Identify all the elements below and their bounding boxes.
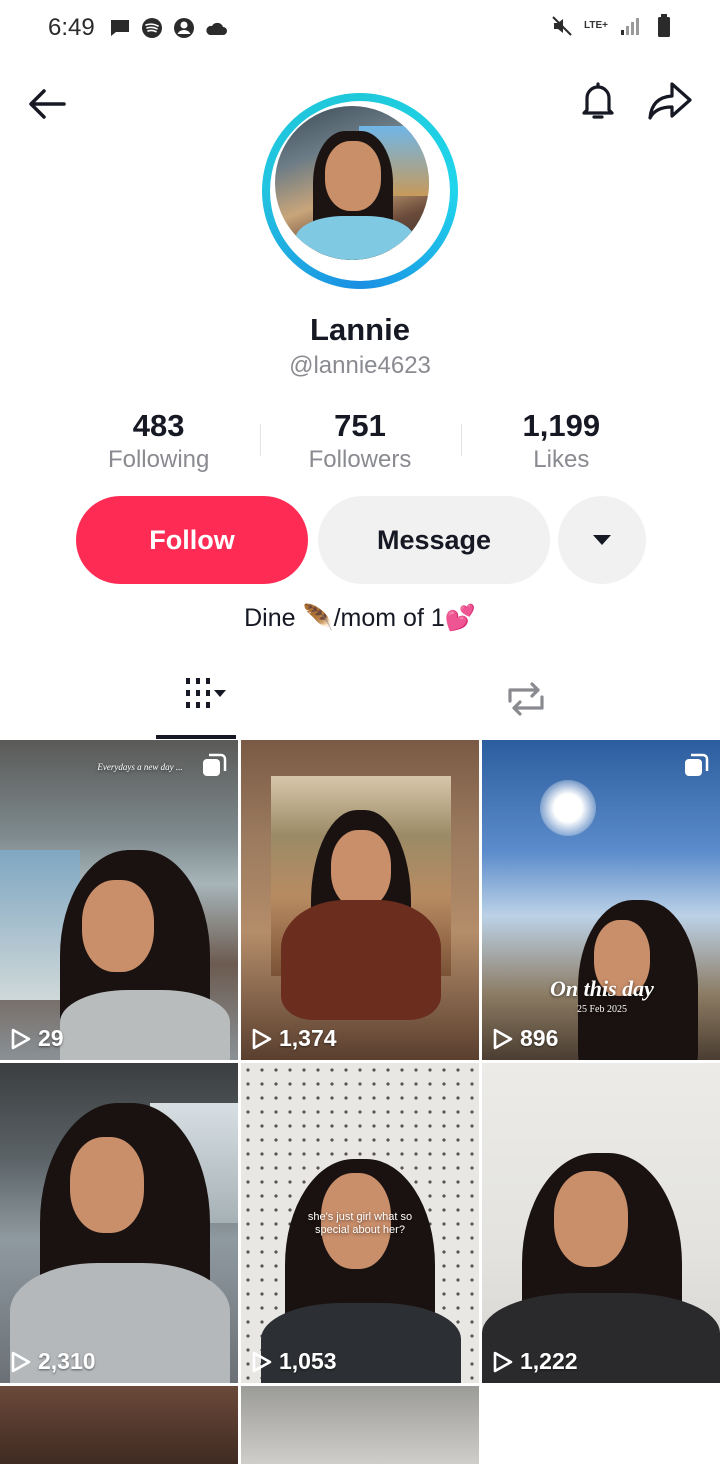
share-arrow-icon (648, 82, 692, 120)
video-caption: Everydays a new day ... (97, 762, 183, 772)
play-icon (11, 1028, 31, 1049)
mute-icon (550, 14, 574, 38)
signal-icon (618, 14, 642, 38)
video-thumbnail[interactable]: 1,222 (482, 1063, 720, 1383)
video-date: 25 Feb 2025 (577, 1004, 627, 1015)
stat-number: 751 (334, 408, 386, 443)
view-count: 1,222 (492, 1348, 578, 1375)
status-time: 6:49 (48, 14, 95, 41)
spotify-icon (140, 16, 164, 40)
view-count: 1,374 (251, 1025, 337, 1052)
stat-label: Likes (533, 446, 590, 473)
stat-label: Followers (308, 446, 412, 473)
video-thumbnail[interactable]: 1,374 (241, 740, 479, 1060)
battery-icon (652, 14, 676, 38)
notification-icons (108, 16, 228, 40)
video-caption: she's just girl what so special about he… (307, 1211, 413, 1236)
video-thumbnail[interactable]: On this day 25 Feb 2025 896 (482, 740, 720, 1060)
view-count-text: 29 (38, 1025, 64, 1051)
stat-followers[interactable]: 751 Followers (259, 406, 460, 476)
view-count: 1,053 (251, 1348, 337, 1375)
username-handle: @lannie4623 (289, 352, 431, 379)
suggested-accounts-button[interactable] (558, 496, 646, 584)
play-icon (493, 1351, 513, 1372)
video-thumbnail[interactable]: 2,310 (0, 1063, 238, 1383)
stat-number: 483 (132, 408, 185, 443)
display-name: Lannie (310, 312, 410, 347)
avatar (275, 106, 429, 260)
profile-bio: Dine 🪶/mom of 1💕 (244, 604, 476, 632)
message-notification-icon (108, 16, 132, 40)
profile-stats: 483 Following 751 Followers 1,199 Likes (58, 406, 662, 476)
system-status-icons: LTE+ (550, 14, 676, 38)
message-button[interactable]: Message (318, 496, 550, 584)
stat-number: 1,199 (522, 408, 601, 443)
view-count-text: 1,222 (520, 1348, 578, 1374)
tab-reposts[interactable] (500, 675, 552, 723)
cloud-icon (204, 16, 228, 40)
play-icon (493, 1028, 513, 1049)
content-tabs (0, 665, 720, 739)
photo-carousel-icon (203, 753, 227, 776)
stat-following[interactable]: 483 Following (58, 406, 259, 476)
play-icon (11, 1351, 31, 1372)
back-button[interactable] (24, 80, 72, 128)
avatar-story-ring[interactable] (262, 93, 458, 289)
view-count-text: 896 (520, 1025, 559, 1051)
photo-carousel-icon (685, 753, 709, 776)
status-bar: 6:49 LTE+ (0, 0, 720, 58)
active-tab-indicator (156, 735, 236, 739)
view-count: 2,310 (10, 1348, 96, 1375)
play-icon (252, 1028, 272, 1049)
repost-icon (508, 682, 544, 716)
view-count-text: 1,374 (279, 1025, 337, 1051)
stat-label: Following (107, 446, 210, 473)
video-thumbnail[interactable] (241, 1386, 479, 1464)
share-button[interactable] (644, 76, 696, 124)
video-thumbnail[interactable]: Everydays a new day ... 29 (0, 740, 238, 1060)
caret-down-icon (593, 535, 611, 545)
video-thumbnail[interactable]: she's just girl what so special about he… (241, 1063, 479, 1383)
view-count: 29 (10, 1025, 64, 1052)
grid-icon (186, 678, 226, 708)
arrow-left-icon (29, 89, 66, 119)
video-thumbnail[interactable] (0, 1386, 238, 1464)
tab-videos[interactable] (156, 675, 238, 739)
video-grid: Everydays a new day ... 29 1,374 On this… (0, 740, 720, 1464)
account-icon (172, 16, 196, 40)
play-icon (252, 1351, 272, 1372)
bell-icon (582, 82, 614, 119)
follow-button[interactable]: Follow (76, 496, 308, 584)
view-count-text: 2,310 (38, 1348, 96, 1374)
video-caption: On this day (550, 976, 654, 1001)
notifications-button[interactable] (574, 76, 622, 124)
stat-likes[interactable]: 1,199 Likes (461, 406, 662, 476)
view-count-text: 1,053 (279, 1348, 337, 1374)
view-count: 896 (492, 1025, 558, 1052)
network-type: LTE+ (584, 20, 608, 31)
